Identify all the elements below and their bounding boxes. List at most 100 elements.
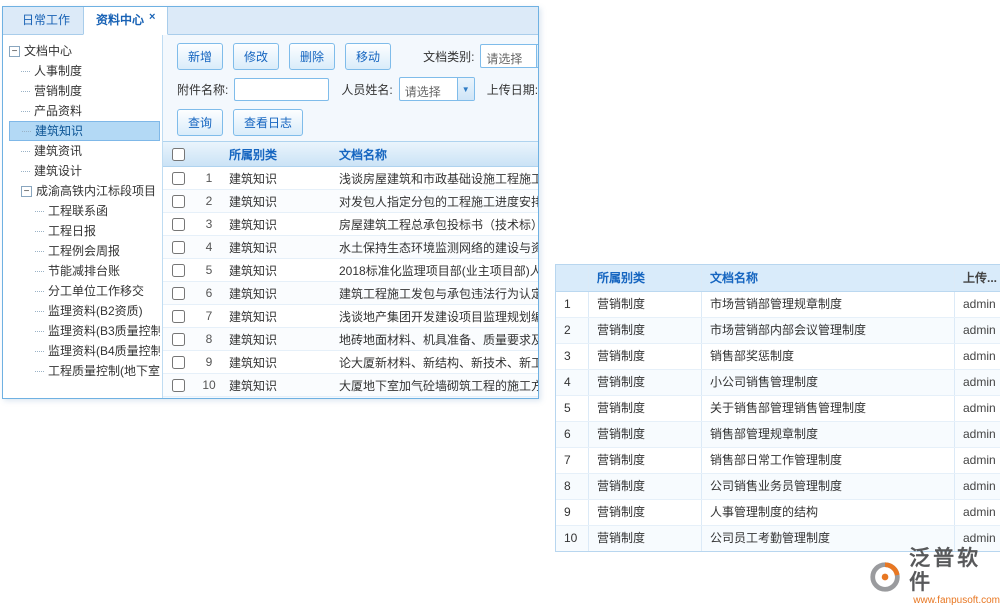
tree-item[interactable]: 建筑资讯 bbox=[9, 141, 160, 161]
row-category: 营销制度 bbox=[588, 500, 701, 525]
row-number: 2 bbox=[556, 318, 588, 343]
table-row[interactable]: 7 建筑知识 浅谈地产集团开发建设项目监理规划编... bbox=[163, 305, 538, 328]
row-category: 营销制度 bbox=[588, 396, 701, 421]
row-checkbox[interactable] bbox=[172, 310, 185, 323]
row-checkbox[interactable] bbox=[172, 195, 185, 208]
tree-item[interactable]: 监理资料(B4质量控制) bbox=[9, 341, 160, 361]
attachment-name-input[interactable] bbox=[234, 78, 329, 101]
category-column-header: 所属别类 bbox=[588, 265, 701, 291]
tree-item[interactable]: 工程例会周报 bbox=[9, 241, 160, 261]
marketing-table-header: 所属别类 文档名称 上传... bbox=[556, 265, 1000, 292]
row-uploader: admin bbox=[954, 474, 1000, 499]
tree-item-label: 工程联系函 bbox=[48, 204, 108, 218]
table-row[interactable]: 3 营销制度 销售部奖惩制度 admin bbox=[556, 344, 1000, 370]
table-row[interactable]: 7 营销制度 销售部日常工作管理制度 admin bbox=[556, 448, 1000, 474]
row-checkbox[interactable] bbox=[172, 264, 185, 277]
row-doc-name: 浅谈房屋建筑和市政基础设施工程施工... bbox=[335, 170, 538, 187]
row-checkbox[interactable] bbox=[172, 241, 185, 254]
row-checkbox[interactable] bbox=[172, 218, 185, 231]
tree-item-label: 分工单位工作移交 bbox=[48, 284, 144, 298]
tree-item-selected[interactable]: 建筑知识 bbox=[9, 121, 160, 141]
person-name-select[interactable]: 请选择 bbox=[399, 77, 475, 101]
row-doc-name: 销售部日常工作管理制度 bbox=[701, 448, 954, 473]
add-button[interactable]: 新增 bbox=[177, 43, 223, 70]
select-all-checkbox[interactable] bbox=[172, 148, 185, 161]
tree-item-label: 工程例会周报 bbox=[48, 244, 120, 258]
chevron-down-icon bbox=[457, 78, 474, 100]
table-row[interactable]: 6 建筑知识 建筑工程施工发包与承包违法行为认定... bbox=[163, 282, 538, 305]
collapse-icon[interactable] bbox=[9, 46, 20, 57]
tree-item[interactable]: 营销制度 bbox=[9, 81, 160, 101]
table-row[interactable]: 1 建筑知识 浅谈房屋建筑和市政基础设施工程施工... bbox=[163, 167, 538, 190]
documents-table-header: 所属别类 文档名称 bbox=[163, 141, 538, 167]
table-row[interactable]: 2 建筑知识 对发包人指定分包的工程施工进度安排... bbox=[163, 190, 538, 213]
table-row[interactable]: 5 建筑知识 2018标准化监理项目部(业主项目部)人员... bbox=[163, 259, 538, 282]
row-category: 营销制度 bbox=[588, 344, 701, 369]
table-row[interactable]: 9 营销制度 人事管理制度的结构 admin bbox=[556, 500, 1000, 526]
row-number: 9 bbox=[556, 500, 588, 525]
table-row[interactable]: 4 建筑知识 水土保持生态环境监测网络的建设与资... bbox=[163, 236, 538, 259]
tree-item[interactable]: 工程质量控制(地下室) bbox=[9, 361, 160, 381]
row-doc-name: 大厦地下室加气砼墙砌筑工程的施工方... bbox=[335, 377, 538, 394]
tree-item[interactable]: 人事制度 bbox=[9, 61, 160, 81]
action-row: 查询 查看日志 bbox=[177, 109, 538, 135]
tree-item[interactable]: 监理资料(B2资质) bbox=[9, 301, 160, 321]
tree-item-label: 建筑知识 bbox=[35, 124, 83, 138]
doc-type-select[interactable]: 请选择 bbox=[480, 44, 538, 68]
row-category: 营销制度 bbox=[588, 474, 701, 499]
tree-item[interactable]: 建筑设计 bbox=[9, 161, 160, 181]
table-row[interactable]: 8 营销制度 公司销售业务员管理制度 admin bbox=[556, 474, 1000, 500]
tree-item[interactable]: 产品资料 bbox=[9, 101, 160, 121]
row-checkbox[interactable] bbox=[172, 333, 185, 346]
row-number: 8 bbox=[193, 332, 225, 346]
row-doc-name: 房屋建筑工程总承包投标书（技术标）... bbox=[335, 216, 538, 233]
tree-item[interactable]: 监理资料(B3质量控制) bbox=[9, 321, 160, 341]
move-button[interactable]: 移动 bbox=[345, 43, 391, 70]
row-number: 3 bbox=[193, 217, 225, 231]
row-checkbox[interactable] bbox=[172, 172, 185, 185]
tree-item-label: 监理资料(B4质量控制) bbox=[48, 344, 160, 358]
tree-root-project[interactable]: 成渝高铁内江标段项目 bbox=[9, 181, 160, 201]
table-row[interactable]: 1 营销制度 市场营销部管理规章制度 admin bbox=[556, 292, 1000, 318]
doc-name-column-header: 文档名称 bbox=[701, 265, 954, 291]
tree-item[interactable]: 分工单位工作移交 bbox=[9, 281, 160, 301]
tree-item-label: 监理资料(B2资质) bbox=[48, 304, 143, 318]
document-tree: 文档中心 人事制度 营销制度 产品资料 建筑知识 建筑资讯 建筑设计 成渝高铁内… bbox=[3, 35, 163, 398]
table-row[interactable]: 3 建筑知识 房屋建筑工程总承包投标书（技术标）... bbox=[163, 213, 538, 236]
row-uploader: admin bbox=[954, 396, 1000, 421]
view-log-button[interactable]: 查看日志 bbox=[233, 109, 303, 136]
row-doc-name: 销售部管理规章制度 bbox=[701, 422, 954, 447]
row-number: 7 bbox=[556, 448, 588, 473]
tree-item[interactable]: 工程日报 bbox=[9, 221, 160, 241]
row-category: 建筑知识 bbox=[225, 285, 335, 302]
tab-daily-work[interactable]: 日常工作 bbox=[9, 6, 83, 35]
tree-item-label: 建筑资讯 bbox=[34, 144, 82, 158]
close-icon[interactable]: × bbox=[149, 11, 155, 23]
tab-data-center[interactable]: 资料中心× bbox=[83, 6, 168, 35]
edit-button[interactable]: 修改 bbox=[233, 43, 279, 70]
row-checkbox[interactable] bbox=[172, 356, 185, 369]
collapse-icon[interactable] bbox=[21, 186, 32, 197]
tree-item[interactable]: 工程联系函 bbox=[9, 201, 160, 221]
table-row[interactable]: 9 建筑知识 论大厦新材料、新结构、新技术、新工... bbox=[163, 351, 538, 374]
table-row[interactable]: 8 建筑知识 地砖地面材料、机具准备、质量要求及... bbox=[163, 328, 538, 351]
row-doc-name: 人事管理制度的结构 bbox=[701, 500, 954, 525]
marketing-documents-window: 所属别类 文档名称 上传... 1 营销制度 市场营销部管理规章制度 admin… bbox=[555, 264, 1000, 552]
query-button[interactable]: 查询 bbox=[177, 109, 223, 136]
row-doc-name: 2018标准化监理项目部(业主项目部)人员... bbox=[335, 262, 538, 279]
table-row[interactable]: 10 建筑知识 大厦地下室加气砼墙砌筑工程的施工方... bbox=[163, 374, 538, 397]
row-number: 9 bbox=[193, 355, 225, 369]
table-row[interactable]: 4 营销制度 小公司销售管理制度 admin bbox=[556, 370, 1000, 396]
tree-item-label: 产品资料 bbox=[34, 104, 82, 118]
table-row[interactable]: 6 营销制度 销售部管理规章制度 admin bbox=[556, 422, 1000, 448]
row-doc-name: 市场营销部内部会议管理制度 bbox=[701, 318, 954, 343]
documents-table-body: 1 建筑知识 浅谈房屋建筑和市政基础设施工程施工... 2 建筑知识 对发包人指… bbox=[163, 167, 538, 397]
tree-root-document-center[interactable]: 文档中心 bbox=[9, 41, 160, 61]
row-category: 建筑知识 bbox=[225, 193, 335, 210]
row-checkbox[interactable] bbox=[172, 379, 185, 392]
table-row[interactable]: 5 营销制度 关于销售部管理销售管理制度 admin bbox=[556, 396, 1000, 422]
tree-item[interactable]: 节能减排台账 bbox=[9, 261, 160, 281]
table-row[interactable]: 2 营销制度 市场营销部内部会议管理制度 admin bbox=[556, 318, 1000, 344]
delete-button[interactable]: 删除 bbox=[289, 43, 335, 70]
row-checkbox[interactable] bbox=[172, 287, 185, 300]
